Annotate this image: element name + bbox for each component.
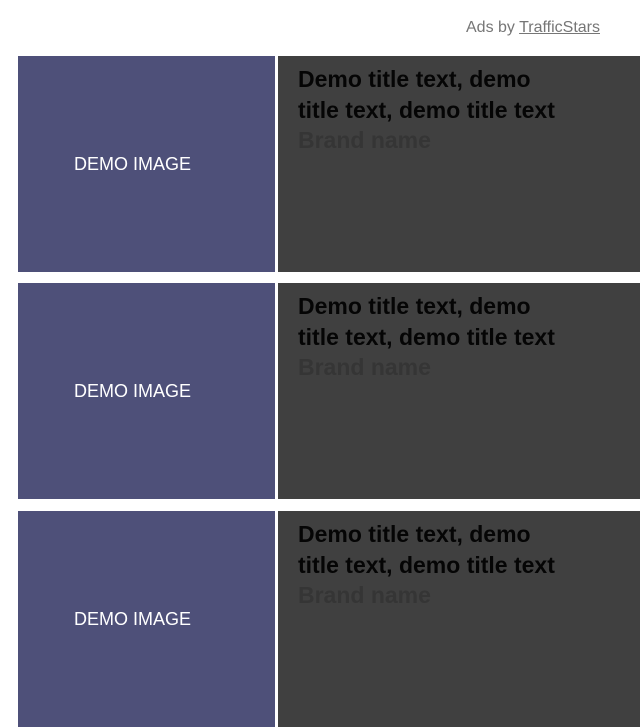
- attribution-prefix: Ads by: [466, 19, 520, 36]
- ad-title[interactable]: Demo title text, demo title text, demo t…: [298, 291, 640, 353]
- ad-card[interactable]: DEMO IMAGE Demo title text, demo title t…: [18, 56, 640, 272]
- ad-title-line: title text, demo title text: [298, 324, 555, 350]
- ad-image-label: DEMO IMAGE: [73, 608, 191, 629]
- ad-title-line: title text, demo title text: [298, 97, 555, 123]
- ad-image-label: DEMO IMAGE: [73, 153, 191, 174]
- ad-card[interactable]: DEMO IMAGE Demo title text, demo title t…: [18, 283, 640, 499]
- ad-content[interactable]: Demo title text, demo title text, demo t…: [278, 511, 640, 727]
- ad-brand-name: Brand name: [298, 354, 431, 380]
- ad-image-label: DEMO IMAGE: [73, 380, 191, 401]
- ad-content[interactable]: Demo title text, demo title text, demo t…: [278, 56, 640, 272]
- ad-image-placeholder[interactable]: DEMO IMAGE: [18, 283, 275, 499]
- ad-content[interactable]: Demo title text, demo title text, demo t…: [278, 283, 640, 499]
- ad-card[interactable]: DEMO IMAGE Demo title text, demo title t…: [18, 511, 640, 727]
- ad-title-line: Demo title text, demo: [298, 66, 531, 92]
- ad-title[interactable]: Demo title text, demo title text, demo t…: [298, 64, 640, 126]
- ad-title-line: title text, demo title text: [298, 552, 555, 578]
- ad-attribution: Ads by TrafficStars: [466, 19, 600, 37]
- ad-title-line: Demo title text, demo: [298, 521, 531, 547]
- ad-image-placeholder[interactable]: DEMO IMAGE: [18, 56, 275, 272]
- ad-image-placeholder[interactable]: DEMO IMAGE: [18, 511, 275, 727]
- ad-title[interactable]: Demo title text, demo title text, demo t…: [298, 519, 640, 581]
- ad-brand-name: Brand name: [298, 582, 431, 608]
- attribution-link[interactable]: TrafficStars: [519, 19, 600, 36]
- ad-title-line: Demo title text, demo: [298, 293, 531, 319]
- ad-brand-name: Brand name: [298, 127, 431, 153]
